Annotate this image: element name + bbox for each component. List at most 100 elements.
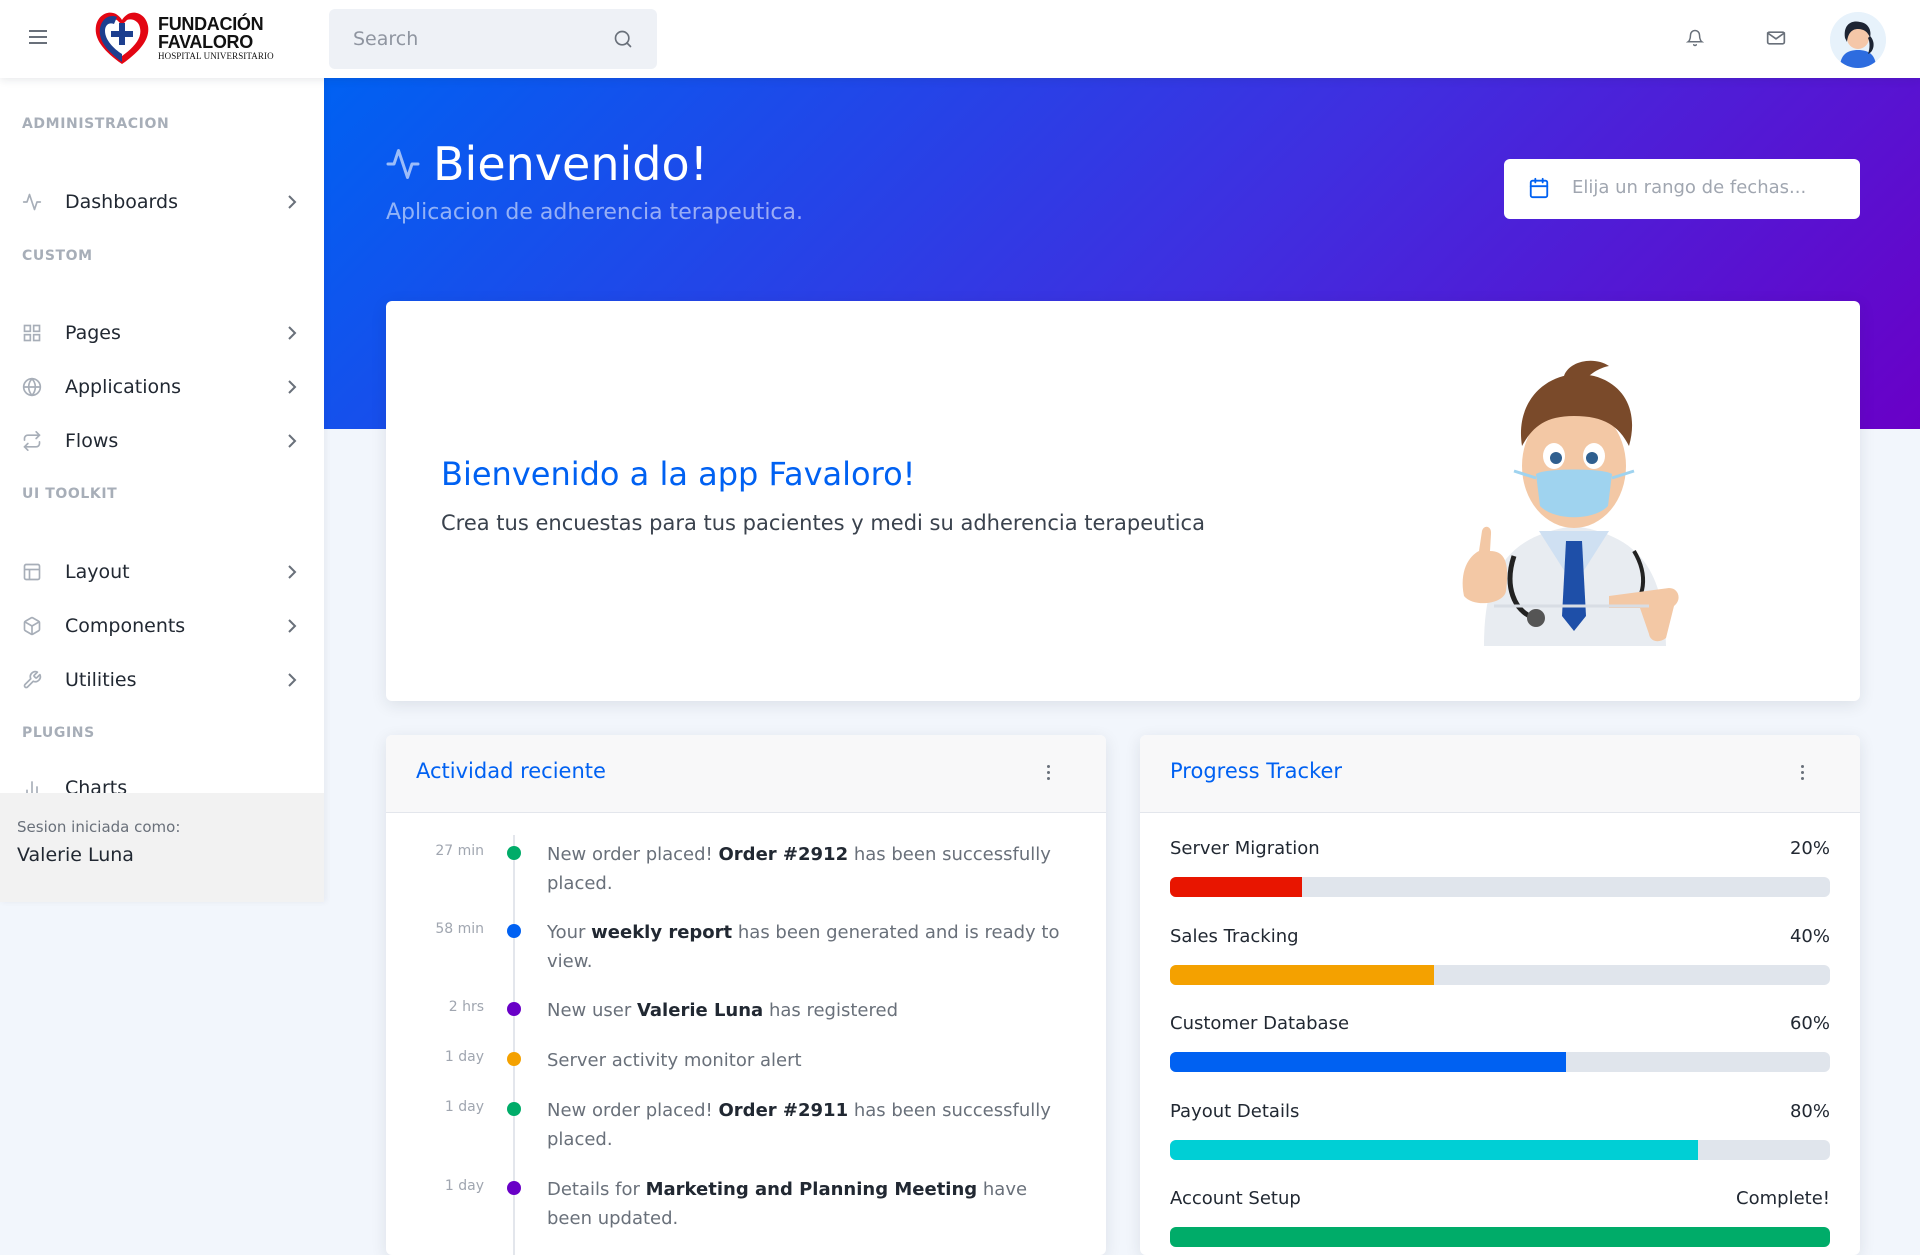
progress-label: Sales Tracking [1170,925,1299,947]
timeline-link[interactable]: Marketing and Planning Meeting [646,1179,978,1200]
layout-icon [23,563,41,581]
progress-label: Payout Details [1170,1100,1300,1122]
progress-bar [1170,877,1830,897]
bell-icon[interactable] [1686,28,1704,48]
chevron-right-icon [288,565,297,579]
sidebar-item-applications[interactable]: Applications [0,365,324,409]
date-range-placeholder: Elija un rango de fechas... [1572,177,1807,198]
welcome-card: Bienvenido a la app Favaloro! Crea tus e… [386,301,1860,701]
progress-bar [1170,1052,1830,1072]
sidebar-item-label: Components [65,615,186,637]
search-input[interactable] [329,9,657,69]
calendar-icon [1529,177,1549,199]
timeline-text: New order placed! Order #2911 has been s… [547,1100,1051,1150]
progress-fill [1170,1139,1698,1160]
recent-activity-card: Actividad reciente 27 min New order plac… [386,735,1106,1255]
sidebar-item-label: Dashboards [65,191,178,213]
timeline-link[interactable]: Valerie Luna [637,1000,763,1021]
card-header: Progress Tracker [1140,735,1860,813]
section-title-plugins: PLUGINS [22,725,95,741]
progress-percent: 20% [1789,838,1830,859]
welcome-text: Crea tus encuestas para tus pacientes y … [441,511,1205,535]
page-title: Bienvenido! [385,137,708,191]
progress-label: Server Migration [1170,838,1320,859]
date-range-picker[interactable]: Elija un rango de fechas... [1504,159,1860,219]
progress-fill [1170,1227,1830,1247]
brand-line-3: HOSPITAL UNIVERSITARIO [158,51,274,61]
timeline-time: 27 min [435,843,484,859]
sidebar-item-flows[interactable]: Flows [0,419,324,463]
timeline-time: 2 hrs [448,999,484,1015]
chevron-right-icon [288,673,297,687]
card-title: Progress Tracker [1170,759,1343,783]
timeline-link[interactable]: Order #2911 [719,1100,849,1121]
timeline-dot [507,1052,521,1066]
sidebar-item-label: Utilities [65,669,137,691]
chevron-right-icon [288,619,297,633]
chevron-right-icon [288,195,297,209]
mail-icon[interactable] [1766,28,1786,48]
timeline-time: 58 min [435,921,484,937]
timeline-time: 1 day [444,1099,484,1115]
sidebar-item-layout[interactable]: Layout [0,550,324,594]
timeline-text: Details for Marketing and Planning Meeti… [547,1179,1028,1229]
activity-icon [22,193,42,211]
progress-bar [1170,1227,1830,1247]
package-icon [23,616,41,636]
session-caption: Sesion iniciada como: [17,818,181,836]
chevron-right-icon [288,326,297,340]
timeline-text: New order placed! Order #2912 has been s… [547,844,1051,894]
more-vertical-icon[interactable] [1047,765,1051,783]
doctor-illustration [1462,360,1679,646]
activity-icon [386,149,420,179]
brand-logo[interactable]: FUNDACIÓN FAVALORO HOSPITAL UNIVERSITARI… [92,6,274,70]
globe-icon [22,377,42,397]
timeline-text: New user Valerie Luna has registered [547,1000,898,1021]
progress-label: Customer Database [1170,1013,1350,1034]
timeline-dot [507,846,521,860]
sidebar-item-utilities[interactable]: Utilities [0,658,324,702]
progress-fill [1170,1052,1566,1072]
sidebar-footer: Sesion iniciada como: Valerie Luna [0,793,324,902]
timeline-text: Server activity monitor alert [547,1050,802,1071]
sidebar-item-label: Pages [65,322,121,344]
timeline-link[interactable]: weekly report [591,922,732,943]
session-user: Valerie Luna [17,844,134,866]
sidebar-item-label: Flows [65,430,119,452]
search-box [329,9,657,69]
section-title-administracion: ADMINISTRACION [22,116,170,132]
progress-percent: 80% [1789,1100,1830,1122]
chevron-right-icon [288,380,297,394]
search-icon[interactable] [613,29,633,49]
progress-tracker-card: Progress Tracker Server Migration 20% Sale… [1140,735,1860,1255]
timeline-dot [507,1181,521,1195]
favaloro-heart-icon [95,12,149,64]
sidebar-item-label: Applications [65,376,182,398]
progress-label: Account Setup [1170,1188,1301,1209]
sidebar-item-components[interactable]: Components [0,604,324,648]
sidebar-item-dashboards[interactable]: Dashboards [0,180,324,224]
timeline-text: Your weekly report has been generated an… [547,922,1060,972]
top-navbar: FUNDACIÓN FAVALORO HOSPITAL UNIVERSITARI… [0,0,1920,78]
progress-percent: 40% [1789,925,1830,947]
timeline-link[interactable]: Order #2912 [719,844,849,865]
progress-bar [1170,964,1830,985]
brand-line-2: FAVALORO [158,32,253,52]
progress-bar [1170,1139,1830,1160]
repeat-icon [23,431,41,451]
progress-percent: Complete! [1736,1188,1830,1209]
welcome-title: Bienvenido a la app Favaloro! [441,455,916,493]
timeline-dot [507,924,521,938]
timeline-time: 1 day [444,1178,484,1194]
sidebar-item-pages[interactable]: Pages [0,311,324,355]
timeline-dot [507,1002,521,1016]
more-vertical-icon[interactable] [1801,765,1805,783]
timeline-dot [507,1102,521,1116]
user-avatar[interactable] [1830,12,1886,68]
timeline-time: 1 day [444,1049,484,1065]
sidebar-item-label: Layout [65,561,130,583]
section-title-custom: CUSTOM [22,248,93,264]
menu-toggle-icon[interactable] [29,30,51,48]
progress-fill [1170,964,1434,985]
page-subtitle: Aplicacion de adherencia terapeutica. [386,200,804,225]
